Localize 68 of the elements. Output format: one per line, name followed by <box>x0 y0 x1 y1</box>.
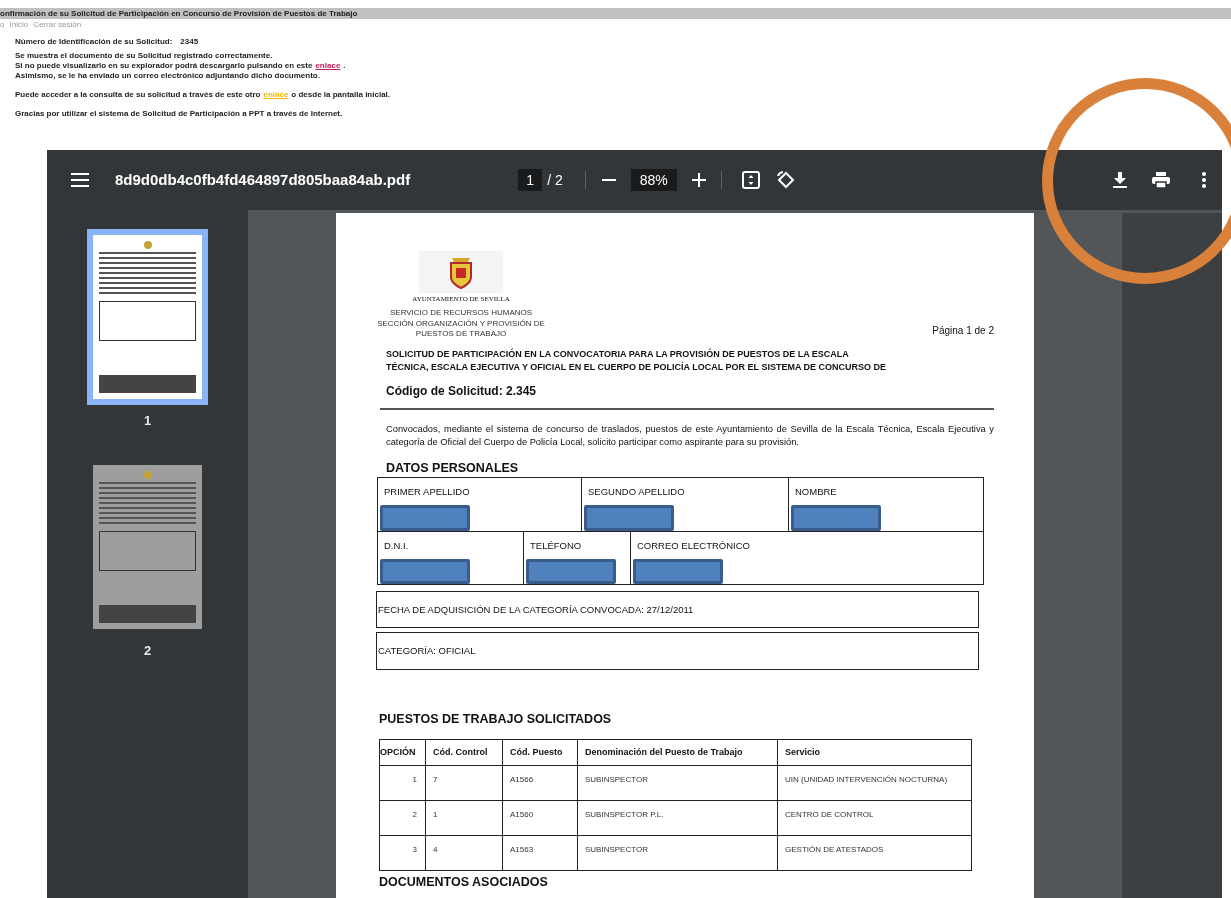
page-number-label: 2 <box>143 641 152 660</box>
department-line: PUESTOS DE TRABAJO <box>415 329 507 340</box>
page-thumbnail[interactable] <box>87 229 208 405</box>
field-label: TELÉFONO <box>530 539 583 554</box>
nav-link[interactable]: Inicio <box>9 21 29 29</box>
file-name: 8d9d0db4c0fb4fd464897d805baa84ab.pdf <box>115 169 411 190</box>
message-text: o desde la pantalla inicial. <box>291 90 391 100</box>
link[interactable]: enlace <box>263 90 289 100</box>
table-cell: A1563 <box>502 836 577 870</box>
more-icon[interactable] <box>1202 172 1206 188</box>
document-title: TÉCNICA, ESCALA EJECUTIVA Y OFICIAL EN EL CUERPO DE POLICÍA LOCAL POR EL SISTEMA DE CONCURSO DE <box>386 360 888 374</box>
page-total: / 2 <box>547 170 563 190</box>
rotate-icon[interactable] <box>776 171 795 189</box>
department-line: SERVICIO DE RECURSOS HUMANOS <box>389 308 533 319</box>
table-cell-text: 2 <box>411 809 418 821</box>
field-label: SEGUNDO APELLIDO <box>588 485 686 500</box>
section-heading: DATOS PERSONALES <box>386 459 520 477</box>
thanks-text: Gracias por utilizar el sistema de Solicitud de Participación a PPT a través de Internet. <box>15 109 343 118</box>
print-icon[interactable] <box>1152 172 1170 188</box>
section-heading: DOCUMENTOS ASOCIADOS <box>379 875 549 889</box>
id-value: 2345 <box>180 37 199 47</box>
column-header: Denominación del Puesto de Trabajo <box>577 740 777 765</box>
message-text: Asimismo, se le ha enviado un correo electrónico adjuntando dicho documento. <box>15 71 320 81</box>
table-cell: GESTIÓN DE ATESTADOS <box>777 836 971 870</box>
section-heading: PUESTOS DE TRABAJO SOLICITADOS <box>379 711 613 729</box>
column-header: OPCIÓN <box>380 745 417 759</box>
info-box: CATEGORÍA: OFICIAL <box>376 632 979 671</box>
page-number-label: 1 <box>143 412 152 430</box>
request-code: Código de Solicitud: 2.345 <box>386 382 538 400</box>
page-input[interactable]: 1 <box>518 169 543 191</box>
page-label: Página 1 de 2 <box>932 323 994 338</box>
zoom-in-icon[interactable] <box>691 173 706 187</box>
page-title: onfirmación de su Solicitud de Participación en Concurso de Provisión de Puestos de Trabajo <box>0 9 358 18</box>
nav-link[interactable]: o <box>0 21 5 29</box>
field-label: D.N.I. <box>384 539 410 554</box>
fit-page-icon[interactable] <box>741 171 760 189</box>
table-cell: SUBINSPECTOR <box>577 766 777 800</box>
field-label: CORREO ELECTRÓNICO <box>637 539 751 554</box>
table-cell-text: 1 <box>411 774 418 786</box>
table-cell-text: 3 <box>411 844 418 856</box>
id-label: Número de Identificación de su Solicitud: <box>15 37 173 47</box>
column-header: Cód. Puesto <box>502 740 577 765</box>
message-text: Puede acceder a la consulta de su solicitud a través de este otro <box>15 90 261 100</box>
table-cell: UIN (UNIDAD INTERVENCIÓN NOCTURNA) <box>777 766 971 800</box>
link[interactable]: enlace <box>315 61 341 71</box>
table-cell: 1 <box>425 801 502 835</box>
table-cell: 4 <box>425 836 502 870</box>
table-cell: SUBINSPECTOR P.L. <box>577 801 777 835</box>
column-header: Servicio <box>777 740 971 765</box>
column-header: Cód. Control <box>425 740 502 765</box>
table-cell: A1560 <box>502 801 577 835</box>
field-label: NOMBRE <box>795 485 838 500</box>
info-box: FECHA DE ADQUISICIÓN DE LA CATEGORÍA CONVOCADA: 27/12/2011 <box>376 591 979 629</box>
department-line: SECCIÓN ORGANIZACIÓN Y PROVISIÓN DE <box>377 318 545 329</box>
table-cell: A1566 <box>502 766 577 800</box>
table-cell: 7 <box>425 766 502 800</box>
nav-link[interactable]: Cerrar sesión <box>33 21 82 29</box>
download-icon[interactable] <box>1113 172 1127 188</box>
table-cell: SUBINSPECTOR <box>577 836 777 870</box>
message-text: . <box>343 61 346 71</box>
zoom-field[interactable]: 88% <box>630 169 677 191</box>
intro-paragraph: Convocados, mediante el sistema de concurso de traslados, puestos de este Ayuntamiento de Sevilla de la Escala Técnica, Escala Ejecutiva y categoría de Oficial del Cuerpo de Policía Local, solicito participar como aspirante para su provisión. <box>386 422 994 449</box>
message-text: Si no puede visualizarlo en su explorador podrá descargarlo pulsando en este <box>15 61 313 71</box>
menu-icon[interactable] <box>71 173 89 187</box>
message-text: Se muestra el documento de su Solicitud registrado correctamente. <box>15 51 273 61</box>
table-cell: CENTRO DE CONTROL <box>777 801 971 835</box>
document-title: SOLICITUD DE PARTICIPACIÓN EN LA CONVOCATORIA PARA LA PROVISIÓN DE PUESTOS DE LA ESCALA <box>386 347 850 361</box>
field-label: PRIMER APELLIDO <box>384 485 471 500</box>
